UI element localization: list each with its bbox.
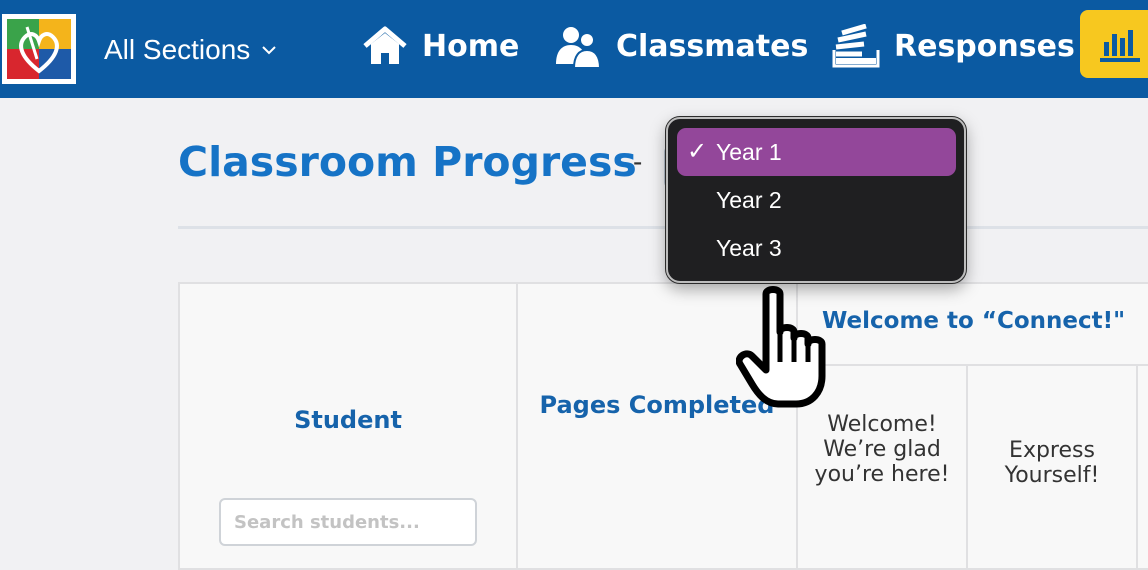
app-logo[interactable] (2, 14, 76, 84)
nav-responses[interactable]: Responses (832, 18, 1075, 74)
year-option-3[interactable]: Year 3 (677, 224, 956, 272)
section-selector-label: All Sections (104, 34, 251, 65)
divider (178, 226, 1148, 229)
page-column-header[interactable]: Express Yourself! (966, 364, 1138, 570)
responses-icon (832, 24, 880, 68)
page-column-label: Welcome! We’re glad you’re here! (814, 412, 950, 487)
home-icon (363, 26, 407, 64)
year-option-label: Year 1 (716, 139, 782, 165)
page-column-header (1136, 364, 1148, 570)
year-dropdown-menu: ✓ Year 1 Year 2 Year 3 (666, 117, 966, 283)
bar-chart-icon (1100, 30, 1140, 62)
year-option-1[interactable]: ✓ Year 1 (677, 128, 956, 176)
logo-graphic-icon (7, 19, 71, 79)
nav-classmates[interactable]: Classmates (554, 18, 808, 74)
hand-pointer-cursor-icon (736, 286, 826, 408)
page-column-label: Express Yourself! (1004, 438, 1100, 488)
section-selector[interactable]: All Sections (104, 30, 278, 70)
chevron-down-icon (262, 46, 277, 55)
year-option-label: Year 3 (716, 235, 782, 261)
title-separator: - (633, 146, 643, 177)
progress-table: Student Pages Completed Welcome to “Conn… (178, 282, 1148, 570)
year-option-2[interactable]: Year 2 (677, 176, 956, 224)
year-option-label: Year 2 (716, 187, 782, 213)
student-column-header: Student (178, 282, 518, 570)
nav-home[interactable]: Home (362, 18, 519, 74)
group-header-label[interactable]: Welcome to “Connect!" (822, 308, 1125, 334)
top-navigation-bar: All Sections Home Classmates Responses (0, 0, 1148, 98)
nav-home-label: Home (422, 28, 520, 64)
nav-responses-label: Responses (894, 28, 1075, 64)
classmates-icon (556, 27, 602, 68)
student-header-label[interactable]: Student (180, 406, 516, 434)
nav-classmates-label: Classmates (616, 28, 809, 64)
search-students-input[interactable] (219, 498, 477, 546)
checkmark-icon: ✓ (687, 138, 708, 165)
main-content: Classroom Progress - Student Pages Compl… (0, 98, 1148, 570)
page-title: Classroom Progress (178, 138, 637, 186)
nav-progress-tab[interactable] (1080, 10, 1148, 78)
group-header: Welcome to “Connect!" (796, 282, 1148, 366)
